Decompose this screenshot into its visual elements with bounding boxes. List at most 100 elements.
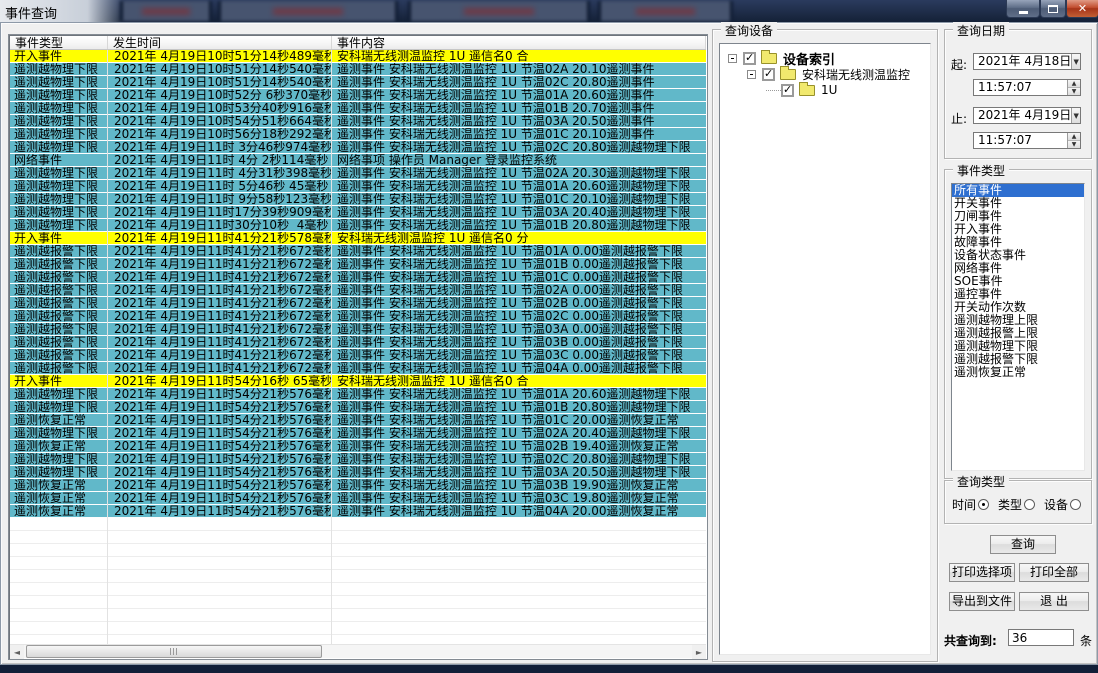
table-row[interactable]: 开入事件2021年 4月19日10时51分14秒489毫秒安科瑞无线测温监控 1… xyxy=(10,50,706,63)
tree-node-label[interactable]: 安科瑞无线测温监控 xyxy=(802,66,910,83)
table-row[interactable]: 遥测越报警下限2021年 4月19日11时41分21秒672毫秒遥测事件 安科瑞… xyxy=(10,323,706,336)
table-row[interactable]: 遥测越物理下限2021年 4月19日11时17分39秒909毫秒遥测事件 安科瑞… xyxy=(10,206,706,219)
cell-content: 遥测事件 安科瑞无线测温监控 1U 节温03B 0.00遥测越报警下限 xyxy=(332,336,706,348)
tree-node-label[interactable]: 1U xyxy=(821,83,837,97)
scrollbar-track[interactable] xyxy=(24,645,692,658)
table-row[interactable]: 遥测越物理下限2021年 4月19日10时51分14秒540毫秒遥测事件 安科瑞… xyxy=(10,63,706,76)
cell-event-type: 遥测越报警下限 xyxy=(10,245,108,257)
horizontal-scrollbar[interactable]: ◄ ► xyxy=(10,644,706,658)
table-row[interactable]: 遥测越物理下限2021年 4月19日11时 9分58秒123毫秒遥测事件 安科瑞… xyxy=(10,193,706,206)
tree-node-device-type[interactable]: 安科瑞无线测温监控 xyxy=(747,66,910,82)
spin-up-icon[interactable]: ▲ xyxy=(1068,80,1080,87)
tree-node-device-1u[interactable]: 1U xyxy=(766,82,837,98)
from-date-combobox[interactable]: 2021年 4月18日 ▼ xyxy=(973,53,1081,70)
from-time-spinbox[interactable]: 11:57:07 ▲ ▼ xyxy=(973,79,1081,96)
cell-time: 2021年 4月19日11时 5分46秒 45毫秒 xyxy=(108,180,332,192)
table-row[interactable]: 遥测越报警下限2021年 4月19日11时41分21秒672毫秒遥测事件 安科瑞… xyxy=(10,349,706,362)
cell-content: 遥测事件 安科瑞无线测温监控 1U 节温01B 0.00遥测越报警下限 xyxy=(332,258,706,270)
query-type-group: 查询类型 时间类型设备 xyxy=(944,480,1092,524)
radio-icon[interactable] xyxy=(1070,499,1081,510)
table-row[interactable]: 遥测越报警下限2021年 4月19日11时41分21秒672毫秒遥测事件 安科瑞… xyxy=(10,271,706,284)
table-row[interactable]: 遥测越报警下限2021年 4月19日11时41分21秒672毫秒遥测事件 安科瑞… xyxy=(10,310,706,323)
tree-node-device-index[interactable]: 设备索引 xyxy=(728,50,835,66)
scroll-right-button[interactable]: ► xyxy=(692,645,706,659)
scrollbar-thumb[interactable] xyxy=(26,645,322,658)
table-row[interactable]: 遥测越物理下限2021年 4月19日11时54分21秒576毫秒遥测事件 安科瑞… xyxy=(10,388,706,401)
scroll-left-button[interactable]: ◄ xyxy=(10,645,24,659)
cell-content: 遥测事件 安科瑞无线测温监控 1U 节温02B 19.40遥测恢复正常 xyxy=(332,440,706,452)
table-row[interactable]: 遥测恢复正常2021年 4月19日11时54分21秒576毫秒遥测事件 安科瑞无… xyxy=(10,492,706,505)
table-row[interactable]: 遥测越报警下限2021年 4月19日11时41分21秒672毫秒遥测事件 安科瑞… xyxy=(10,362,706,375)
maximize-button[interactable] xyxy=(1040,0,1066,18)
table-row[interactable]: 遥测越报警下限2021年 4月19日11时41分21秒672毫秒遥测事件 安科瑞… xyxy=(10,245,706,258)
print-selected-button[interactable]: 打印选择项 xyxy=(949,563,1015,582)
table-row[interactable]: 遥测越物理下限2021年 4月19日11时 4分31秒398毫秒遥测事件 安科瑞… xyxy=(10,167,706,180)
cell-time: 2021年 4月19日11时54分21秒576毫秒 xyxy=(108,427,332,439)
query-type-option[interactable]: 类型 xyxy=(998,496,1035,513)
spin-up-icon[interactable]: ▲ xyxy=(1068,133,1080,140)
table-row[interactable]: 遥测越物理下限2021年 4月19日11时54分21秒576毫秒遥测事件 安科瑞… xyxy=(10,453,706,466)
collapse-expander-icon[interactable] xyxy=(747,70,756,79)
query-type-option[interactable]: 时间 xyxy=(952,496,989,513)
table-row[interactable]: 遥测恢复正常2021年 4月19日11时54分21秒576毫秒遥测事件 安科瑞无… xyxy=(10,505,706,518)
grid-line-vertical xyxy=(107,50,108,644)
table-row[interactable]: 遥测恢复正常2021年 4月19日11时54分21秒576毫秒遥测事件 安科瑞无… xyxy=(10,440,706,453)
table-row[interactable]: 遥测越物理下限2021年 4月19日11时30分10秒 4毫秒遥测事件 安科瑞无… xyxy=(10,219,706,232)
exit-button[interactable]: 退 出 xyxy=(1019,592,1089,611)
table-row[interactable]: 遥测越物理下限2021年 4月19日11时 3分46秒974毫秒遥测事件 安科瑞… xyxy=(10,141,706,154)
result-count-input[interactable] xyxy=(1008,629,1074,646)
table-row[interactable]: 遥测越报警下限2021年 4月19日11时41分21秒672毫秒遥测事件 安科瑞… xyxy=(10,284,706,297)
cell-time: 2021年 4月19日11时41分21秒578毫秒 xyxy=(108,232,332,244)
query-type-option[interactable]: 设备 xyxy=(1044,496,1081,513)
spin-down-icon[interactable]: ▼ xyxy=(1068,140,1080,148)
column-header-event-type[interactable]: 事件类型 xyxy=(10,36,108,49)
cell-time: 2021年 4月19日11时54分21秒576毫秒 xyxy=(108,466,332,478)
table-row[interactable]: 遥测越物理下限2021年 4月19日11时 5分46秒 45毫秒遥测事件 安科瑞… xyxy=(10,180,706,193)
table-row[interactable]: 遥测越报警下限2021年 4月19日11时41分21秒672毫秒遥测事件 安科瑞… xyxy=(10,258,706,271)
table-row[interactable]: 遥测恢复正常2021年 4月19日11时54分21秒576毫秒遥测事件 安科瑞无… xyxy=(10,479,706,492)
table-row[interactable]: 遥测越物理下限2021年 4月19日11时54分21秒576毫秒遥测事件 安科瑞… xyxy=(10,427,706,440)
table-row[interactable]: 遥测越报警下限2021年 4月19日11时41分21秒672毫秒遥测事件 安科瑞… xyxy=(10,297,706,310)
dropdown-arrow-icon[interactable]: ▼ xyxy=(1071,108,1080,123)
result-count-label: 共查询到: xyxy=(944,632,997,649)
print-all-button[interactable]: 打印全部 xyxy=(1019,563,1089,582)
event-table-header: 事件类型 发生时间 事件内容 xyxy=(10,36,706,50)
to-time-spinbox[interactable]: 11:57:07 ▲ ▼ xyxy=(973,132,1081,149)
collapse-expander-icon[interactable] xyxy=(728,54,737,63)
table-row[interactable]: 遥测越物理下限2021年 4月19日10时53分40秒916毫秒遥测事件 安科瑞… xyxy=(10,102,706,115)
table-row[interactable]: 遥测越物理下限2021年 4月19日11时54分21秒576毫秒遥测事件 安科瑞… xyxy=(10,401,706,414)
cell-content: 遥测事件 安科瑞无线测温监控 1U 节温04A 0.00遥测越报警下限 xyxy=(332,362,706,374)
checkbox-checked-icon[interactable] xyxy=(781,84,794,97)
export-to-file-button[interactable]: 导出到文件 xyxy=(949,592,1015,611)
query-date-group: 查询日期 起: 2021年 4月18日 ▼ 11:57:07 ▲ ▼ 止: 20… xyxy=(944,29,1092,159)
window-controls: ✕ xyxy=(1006,0,1098,18)
cell-event-type: 遥测越物理下限 xyxy=(10,76,108,88)
table-row[interactable]: 开入事件2021年 4月19日11时54分16秒 65毫秒安科瑞无线测温监控 1… xyxy=(10,375,706,388)
event-type-list[interactable]: 所有事件开关事件刀闸事件开入事件故障事件设备状态事件网络事件SOE事件遥控事件开… xyxy=(951,183,1085,471)
spin-down-icon[interactable]: ▼ xyxy=(1068,87,1080,95)
checkbox-checked-icon[interactable] xyxy=(762,68,775,81)
column-header-time[interactable]: 发生时间 xyxy=(108,36,332,49)
table-row[interactable]: 网络事件2021年 4月19日11时 4分 2秒114毫秒网络事项 操作员 Ma… xyxy=(10,154,706,167)
to-date-combobox[interactable]: 2021年 4月19日 ▼ xyxy=(973,107,1081,124)
minimize-button[interactable] xyxy=(1006,0,1040,18)
close-button[interactable]: ✕ xyxy=(1066,0,1098,18)
radio-selected-icon[interactable] xyxy=(978,499,989,510)
checkbox-checked-icon[interactable] xyxy=(743,52,756,65)
event-type-item[interactable]: 遥测恢复正常 xyxy=(952,366,1084,379)
background-tab xyxy=(120,1,212,21)
query-button[interactable]: 查询 xyxy=(990,535,1056,554)
table-row[interactable]: 遥测越物理下限2021年 4月19日10时51分14秒540毫秒遥测事件 安科瑞… xyxy=(10,76,706,89)
result-count-unit: 条 xyxy=(1080,632,1092,649)
column-header-content[interactable]: 事件内容 xyxy=(332,36,706,49)
table-row[interactable]: 遥测越物理下限2021年 4月19日10时52分 6秒370毫秒遥测事件 安科瑞… xyxy=(10,89,706,102)
dropdown-arrow-icon[interactable]: ▼ xyxy=(1071,54,1080,69)
radio-icon[interactable] xyxy=(1024,499,1035,510)
titlebar[interactable]: 事件查询 ✕ xyxy=(0,0,1098,22)
table-row[interactable]: 遥测越报警下限2021年 4月19日11时41分21秒672毫秒遥测事件 安科瑞… xyxy=(10,336,706,349)
table-row[interactable]: 遥测越物理下限2021年 4月19日11时54分21秒576毫秒遥测事件 安科瑞… xyxy=(10,466,706,479)
table-row[interactable]: 开入事件2021年 4月19日11时41分21秒578毫秒安科瑞无线测温监控 1… xyxy=(10,232,706,245)
table-row[interactable]: 遥测恢复正常2021年 4月19日11时54分21秒576毫秒遥测事件 安科瑞无… xyxy=(10,414,706,427)
table-row[interactable]: 遥测越物理下限2021年 4月19日10时56分18秒292毫秒遥测事件 安科瑞… xyxy=(10,128,706,141)
table-row[interactable]: 遥测越物理下限2021年 4月19日10时54分51秒664毫秒遥测事件 安科瑞… xyxy=(10,115,706,128)
